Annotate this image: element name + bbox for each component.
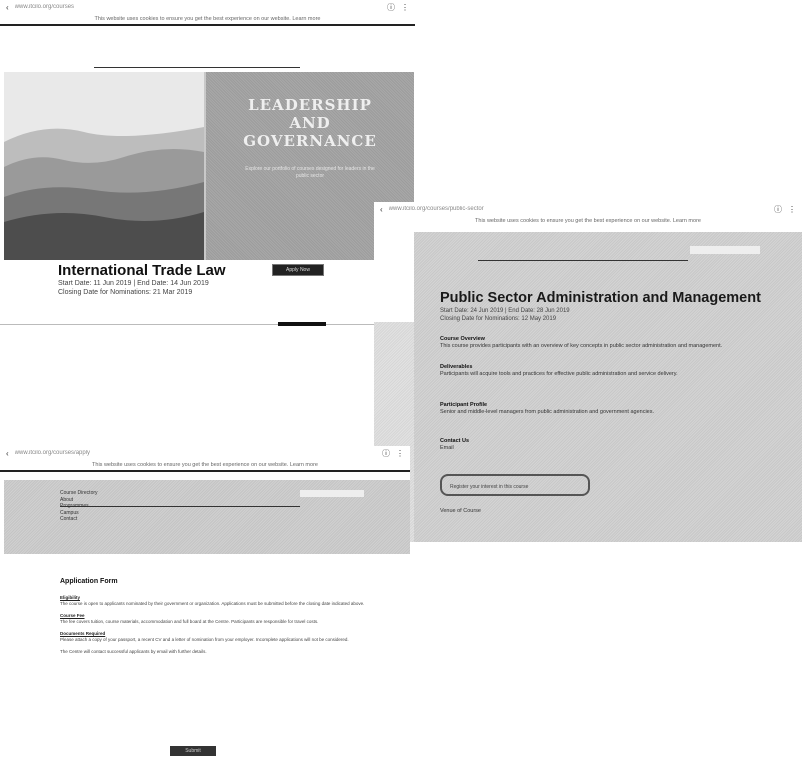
register-interest-button[interactable]: Register your interest in this course [440,474,590,496]
cookie-notice: This website uses cookies to ensure you … [475,218,701,224]
nav-menu: Course Directory About Programmes Campus… [60,490,98,523]
menu-icon[interactable]: ⋮ [401,3,409,12]
browser-bar: ‹ www.itcilo.org/courses ⓘ ⋮ [0,0,415,14]
back-icon[interactable]: ‹ [6,449,9,458]
info-icon[interactable]: ⓘ [774,204,782,215]
fee-block: Course Fee The fee covers tuition, cours… [60,613,380,625]
documents-block: Documents Required Please attach a copy … [60,631,380,643]
browser-bar: ‹ www.itcilo.org/courses/apply ⓘ ⋮ [0,446,410,460]
hero-heading-line-3: GOVERNANCE [243,132,377,150]
block-text: The course is open to applicants nominat… [60,601,365,606]
section-text: Senior and middle-level managers from pu… [440,409,655,415]
block-text: The fee covers tuition, course materials… [60,619,319,624]
browser-bar: ‹ www.itcilo.org/courses/public-sector ⓘ… [374,202,802,216]
nav-item[interactable]: Contact [60,516,98,523]
section-contact: Contact Us Email [440,438,740,452]
section-label: Contact Us [440,438,470,444]
back-icon[interactable]: ‹ [380,205,383,214]
section-profile: Participant Profile Senior and middle-le… [440,402,740,416]
course-dates: Start Date: 11 Jun 2019 | End Date: 14 J… [58,279,209,297]
section-label: Deliverables [440,364,473,370]
nav-underline [94,67,300,68]
info-icon[interactable]: ⓘ [382,448,390,459]
section-text: This course provides participants with a… [440,343,723,349]
header-rule [0,24,415,26]
menu-icon[interactable]: ⋮ [396,449,404,458]
section-overview: Course Overview This course provides par… [440,336,740,350]
apply-button[interactable]: Apply Now [272,264,324,276]
address-bar[interactable]: www.itcilo.org/courses [15,4,381,10]
back-icon[interactable]: ‹ [6,3,9,12]
form-heading: Application Form [60,578,118,585]
section-deliverables: Deliverables Participants will acquire t… [440,364,740,378]
hero-blurb: Explore our portfolio of courses designe… [245,166,375,179]
submit-button[interactable]: Submit [170,746,216,756]
block-text: Please attach a copy of your passport, a… [60,637,349,642]
hero-heading-line-1: LEADERSHIP [248,96,372,114]
closing-line: Closing Date for Nominations: 12 May 201… [440,316,557,322]
header-rule [0,470,410,472]
screenshot-course-detail: ‹ www.itcilo.org/courses/public-sector ⓘ… [374,202,802,542]
cookie-notice: This website uses cookies to ensure you … [92,462,318,468]
hero-heading-line-2: AND [289,114,331,132]
cookie-notice: This website uses cookies to ensure you … [94,16,321,22]
hero-banner: LEADERSHIP AND GOVERNANCE Explore our po… [4,72,414,260]
section-label: Participant Profile [440,402,488,408]
address-bar[interactable]: www.itcilo.org/courses/apply [15,450,376,456]
mountain-image [4,72,204,260]
dates-line: Start Date: 24 Jun 2019 | End Date: 28 J… [440,308,570,314]
section-label: Course Overview [440,336,485,342]
course-dates: Start Date: 24 Jun 2019 | End Date: 28 J… [440,307,570,323]
nav-item[interactable]: Course Directory [60,490,98,497]
screenshot-course-listing: ‹ www.itcilo.org/courses ⓘ ⋮ This websit… [0,0,415,330]
venue-label: Venue of Course [440,508,481,514]
address-bar[interactable]: www.itcilo.org/courses/public-sector [389,206,768,212]
form-note: The Centre will contact successful appli… [60,649,207,654]
dates-line: Start Date: 11 Jun 2019 | End Date: 14 J… [58,280,209,287]
bottom-divider [0,324,415,325]
search-input[interactable] [300,490,364,497]
nav-underline [478,260,688,261]
menu-icon[interactable]: ⋮ [788,205,796,214]
screenshot-apply-page: ‹ www.itcilo.org/courses/apply ⓘ ⋮ This … [0,446,410,556]
eligibility-block: Eligibility The course is open to applic… [60,595,380,607]
section-text: Participants will acquire tools and prac… [440,371,678,377]
application-form-section: Application Form Eligibility The course … [40,572,420,772]
course-title: International Trade Law [58,262,226,279]
closing-line: Closing Date for Nominations: 21 Mar 201… [58,289,193,296]
course-title: Public Sector Administration and Managem… [440,290,761,306]
info-icon[interactable]: ⓘ [387,2,395,13]
contact-email-link[interactable]: Email [440,445,740,452]
active-tab-indicator [278,322,326,326]
search-input[interactable] [690,246,760,254]
